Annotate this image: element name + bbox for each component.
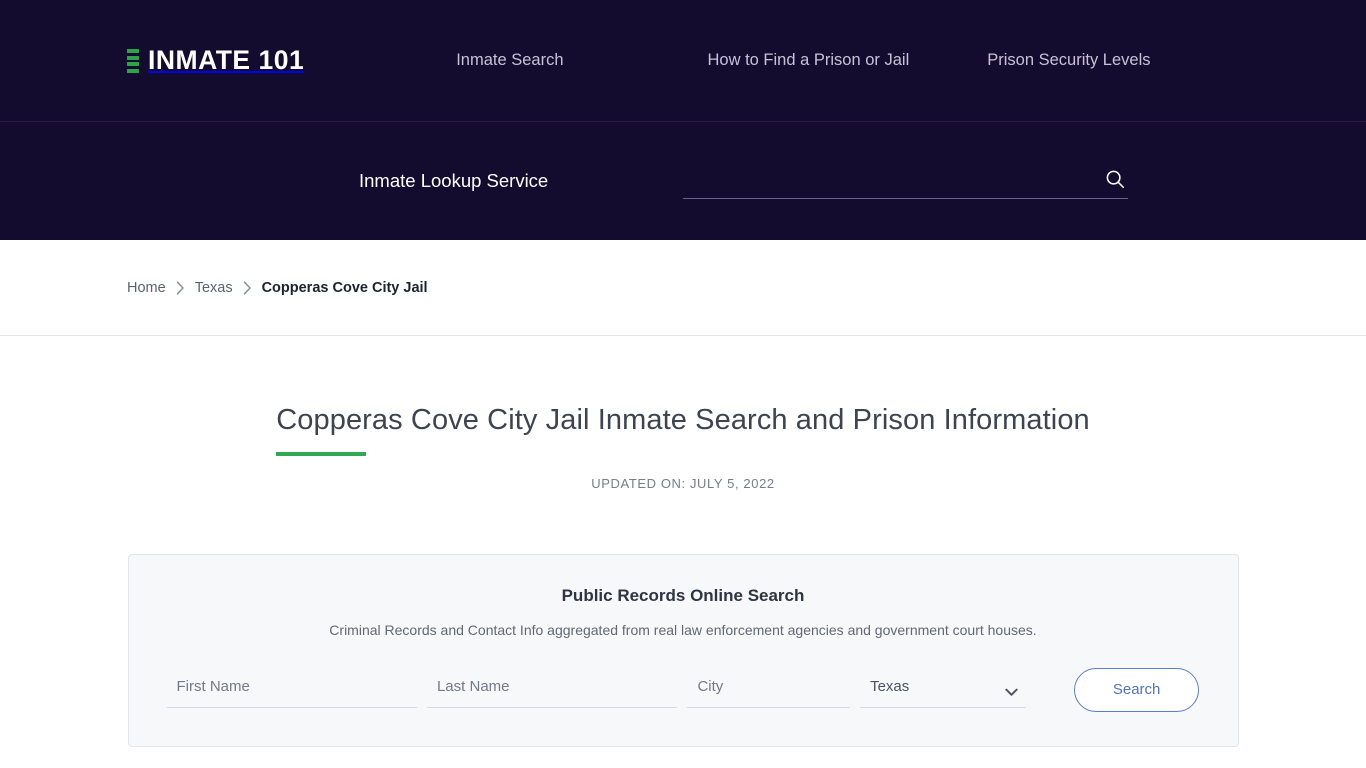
nav-item-how-to-find-a-prison-or-jail[interactable]: How to Find a Prison or Jail xyxy=(708,52,910,69)
public-records-subtitle: Criminal Records and Contact Info aggreg… xyxy=(329,622,1037,639)
breadcrumb-item-home[interactable]: Home xyxy=(127,280,166,296)
chevron-right-icon xyxy=(176,280,185,295)
breadcrumb-item-texas[interactable]: Texas xyxy=(195,280,233,296)
nav-item-inmate-search[interactable]: Inmate Search xyxy=(456,52,563,69)
last-name-field[interactable] xyxy=(426,673,678,708)
last-name-input[interactable] xyxy=(426,673,678,707)
state-select[interactable]: Texas xyxy=(860,673,1026,707)
brand-logo-link[interactable]: INMATE 101 xyxy=(127,47,304,74)
breadcrumb-current-page: Copperas Cove City Jail xyxy=(261,279,428,296)
header-search-form xyxy=(683,163,1128,199)
header-search-input[interactable] xyxy=(683,163,1102,198)
page-title-text: Copperas Cove City Jail Inmate Search an… xyxy=(276,404,1090,436)
last-updated-text: UPDATED ON: JULY 5, 2022 xyxy=(591,476,775,492)
public-records-search-card: Public Records Online Search Criminal Re… xyxy=(127,554,1239,747)
primary-nav: Inmate Search How to Find a Prison or Ja… xyxy=(456,52,1150,69)
state-field[interactable]: Texas xyxy=(860,673,1026,708)
page-title-block: Copperas Cove City Jail Inmate Search an… xyxy=(0,336,1366,457)
public-records-search-button[interactable]: Search xyxy=(1073,667,1200,712)
title-accent-rule xyxy=(276,452,367,457)
search-icon xyxy=(1106,170,1125,188)
city-field[interactable] xyxy=(687,673,851,708)
inmate-lookup-bar: Inmate Lookup Service xyxy=(0,122,1366,240)
main-content: Copperas Cove City Jail Inmate Search an… xyxy=(0,336,1366,747)
inmate-lookup-label: Inmate Lookup Service xyxy=(359,170,549,191)
header-search-submit-button[interactable] xyxy=(1102,168,1128,194)
breadcrumb: Home Texas Copperas Cove City Jail xyxy=(127,280,428,296)
nav-item-prison-security-levels[interactable]: Prison Security Levels xyxy=(987,52,1150,69)
page-title: Copperas Cove City Jail Inmate Search an… xyxy=(276,402,1090,457)
inmate101-bars-icon xyxy=(127,48,139,73)
brand-name: INMATE 101 xyxy=(148,45,305,76)
first-name-field[interactable] xyxy=(166,673,417,708)
city-input[interactable] xyxy=(687,673,851,707)
first-name-input[interactable] xyxy=(166,673,417,707)
public-records-title: Public Records Online Search xyxy=(561,586,805,606)
breadcrumb-bar: Home Texas Copperas Cove City Jail xyxy=(0,240,1366,336)
site-header: INMATE 101 Inmate Search How to Find a P… xyxy=(0,0,1366,122)
public-records-form: Texas Search xyxy=(166,667,1200,712)
chevron-right-icon xyxy=(243,280,252,295)
